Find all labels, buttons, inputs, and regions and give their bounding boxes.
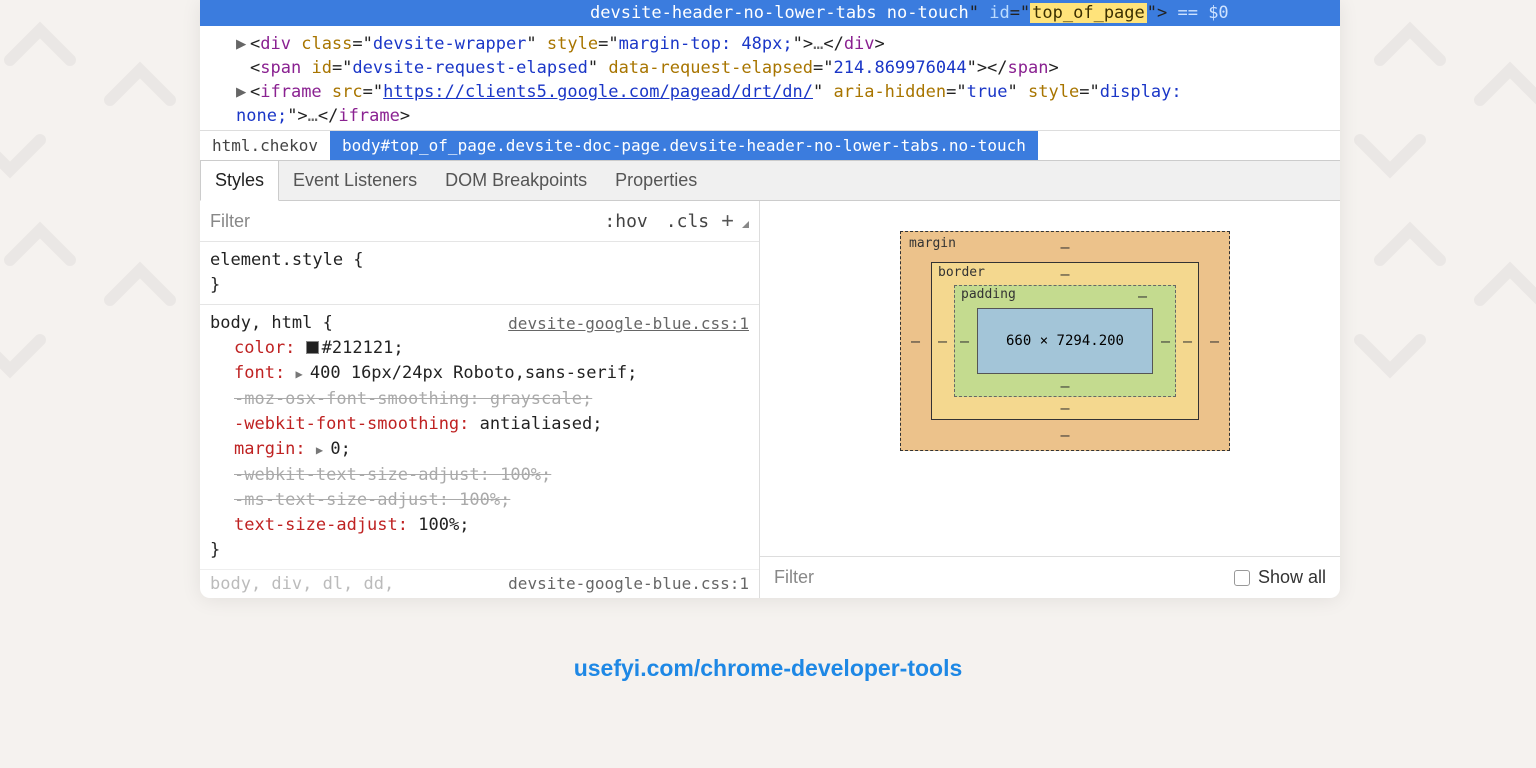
box-model-content: 660 × 7294.200 xyxy=(977,308,1153,374)
tab-dom-breakpoints[interactable]: DOM Breakpoints xyxy=(431,161,601,200)
show-all-checkbox[interactable] xyxy=(1234,570,1250,586)
dom-selected-node[interactable]: devsite-header-no-lower-tabs no-touch" i… xyxy=(200,0,1340,26)
css-rule-next[interactable]: devsite-google-blue.css:1 body, div, dl,… xyxy=(200,569,759,598)
new-style-rule-button[interactable]: + xyxy=(721,208,734,234)
dom-breadcrumbs: html.chekov body#top_of_page.devsite-doc… xyxy=(200,130,1340,160)
computed-filter-input[interactable]: Filter xyxy=(774,567,814,588)
element-style-block[interactable]: element.style { } xyxy=(200,242,759,305)
dom-tree[interactable]: ▶<div class="devsite-wrapper" style="mar… xyxy=(200,26,1340,130)
tab-styles[interactable]: Styles xyxy=(200,161,279,201)
more-icon[interactable] xyxy=(742,221,749,228)
color-swatch[interactable] xyxy=(306,341,319,354)
devtools-panel: devsite-header-no-lower-tabs no-touch" i… xyxy=(200,0,1340,598)
dom-node-iframe[interactable]: ▶<iframe src="https://clients5.google.co… xyxy=(236,80,1322,128)
styles-filter-input[interactable]: Filter xyxy=(210,211,250,232)
css-rule-body-html[interactable]: devsite-google-blue.css:1 body, html { c… xyxy=(200,305,759,569)
show-all-label: Show all xyxy=(1258,567,1326,588)
crumb-body[interactable]: body#top_of_page.devsite-doc-page.devsit… xyxy=(330,131,1038,160)
box-model-diagram[interactable]: margin – – – – border – – – – padding – xyxy=(760,201,1340,451)
image-credit: usefyi.com/chrome-developer-tools xyxy=(0,655,1536,682)
dom-node-div[interactable]: ▶<div class="devsite-wrapper" style="mar… xyxy=(236,32,1322,56)
tab-properties[interactable]: Properties xyxy=(601,161,711,200)
rule-source-link[interactable]: devsite-google-blue.css:1 xyxy=(508,311,749,336)
dom-node-span[interactable]: <span id="devsite-request-elapsed" data-… xyxy=(236,56,1322,80)
cls-toggle[interactable]: .cls xyxy=(660,211,715,232)
styles-pane: Filter :hov .cls + element.style { } dev… xyxy=(200,201,760,598)
styles-tabs: Styles Event Listeners DOM Breakpoints P… xyxy=(200,160,1340,201)
crumb-html[interactable]: html.chekov xyxy=(200,131,330,160)
hov-toggle[interactable]: :hov xyxy=(598,211,653,232)
computed-pane: margin – – – – border – – – – padding – xyxy=(760,201,1340,598)
tab-event-listeners[interactable]: Event Listeners xyxy=(279,161,431,200)
